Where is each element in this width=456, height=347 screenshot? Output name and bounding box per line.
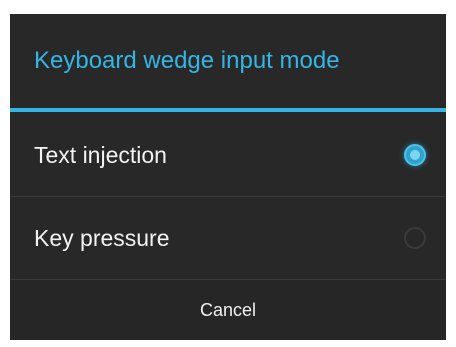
title-divider (10, 108, 446, 112)
cancel-button[interactable]: Cancel (10, 280, 446, 340)
radio-unselected-icon[interactable] (404, 227, 426, 249)
option-label: Text injection (34, 142, 167, 168)
option-key-pressure[interactable]: Key pressure (10, 197, 446, 279)
option-label: Key pressure (34, 225, 170, 251)
option-text-injection[interactable]: Text injection (10, 114, 446, 196)
dialog-title: Keyboard wedge input mode (34, 47, 340, 74)
input-mode-dialog: Keyboard wedge input mode Text injection… (10, 14, 446, 340)
radio-selected-icon[interactable] (404, 144, 426, 166)
